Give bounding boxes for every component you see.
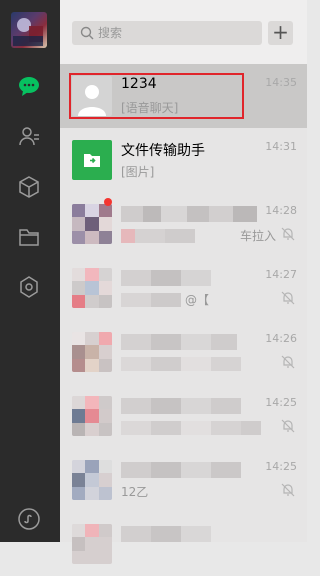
chat-time: 14:31 bbox=[265, 140, 297, 153]
chat-row[interactable]: 14:26 bbox=[60, 320, 307, 384]
group-avatar bbox=[72, 332, 112, 372]
group-avatar bbox=[72, 204, 112, 244]
blurred-name bbox=[121, 526, 251, 542]
user-avatar[interactable] bbox=[11, 12, 47, 48]
chat-time: 14:28 bbox=[265, 204, 297, 217]
chat-row[interactable]: 14:25 bbox=[60, 384, 307, 448]
chat-time: 14:27 bbox=[265, 268, 297, 281]
sidebar bbox=[0, 0, 60, 542]
mute-icon bbox=[281, 355, 295, 369]
mute-icon bbox=[281, 419, 295, 433]
mini-program-icon[interactable] bbox=[17, 507, 41, 531]
chat-name: 文件传输助手 bbox=[121, 143, 205, 159]
blurred-name bbox=[121, 270, 241, 286]
mute-icon bbox=[281, 291, 295, 305]
chat-row[interactable]: 文件传输助手 [图片] 14:31 bbox=[60, 128, 307, 192]
group-avatar bbox=[72, 460, 112, 500]
chat-last-message: 12乙 bbox=[121, 485, 149, 499]
chat-time: 14:25 bbox=[265, 396, 297, 409]
chat-last-message: 车拉入 bbox=[240, 229, 277, 243]
chat-last-message: @【 bbox=[185, 293, 210, 307]
search-icon bbox=[80, 26, 94, 40]
chat-row[interactable]: 车拉入 14:28 bbox=[60, 192, 307, 256]
chat-time: 14:26 bbox=[265, 332, 297, 345]
group-avatar bbox=[72, 268, 112, 308]
contacts-icon[interactable] bbox=[17, 124, 41, 148]
chat-time: 14:35 bbox=[265, 76, 297, 89]
highlight-frame bbox=[69, 73, 244, 119]
blurred-name bbox=[121, 462, 261, 478]
apps-icon[interactable] bbox=[17, 275, 41, 299]
group-avatar bbox=[72, 524, 112, 564]
search-bar: + bbox=[60, 0, 307, 64]
blurred-name bbox=[121, 398, 251, 414]
blurred-name bbox=[121, 206, 261, 222]
search-field[interactable] bbox=[72, 21, 262, 45]
chat-row[interactable] bbox=[60, 512, 307, 576]
blurred-name bbox=[121, 334, 251, 350]
chat-last-message: [图片] bbox=[121, 165, 155, 179]
chat-row[interactable]: @【 14:27 bbox=[60, 256, 307, 320]
unread-dot bbox=[104, 198, 112, 206]
search-input[interactable] bbox=[98, 21, 248, 45]
chat-row[interactable]: 12乙 14:25 bbox=[60, 448, 307, 512]
add-chat-button[interactable]: + bbox=[268, 21, 293, 45]
mute-icon bbox=[281, 483, 295, 497]
box-icon[interactable] bbox=[17, 175, 41, 199]
chat-icon[interactable] bbox=[17, 74, 41, 98]
mute-icon bbox=[281, 227, 295, 241]
chat-time: 14:25 bbox=[265, 460, 297, 473]
folder-icon[interactable] bbox=[17, 225, 41, 249]
group-avatar bbox=[72, 396, 112, 436]
file-transfer-icon bbox=[72, 140, 112, 180]
chat-list-panel: + 1234 [语音聊天] 14:35 文件传输助手 [图片] 14:31 bbox=[60, 0, 307, 564]
